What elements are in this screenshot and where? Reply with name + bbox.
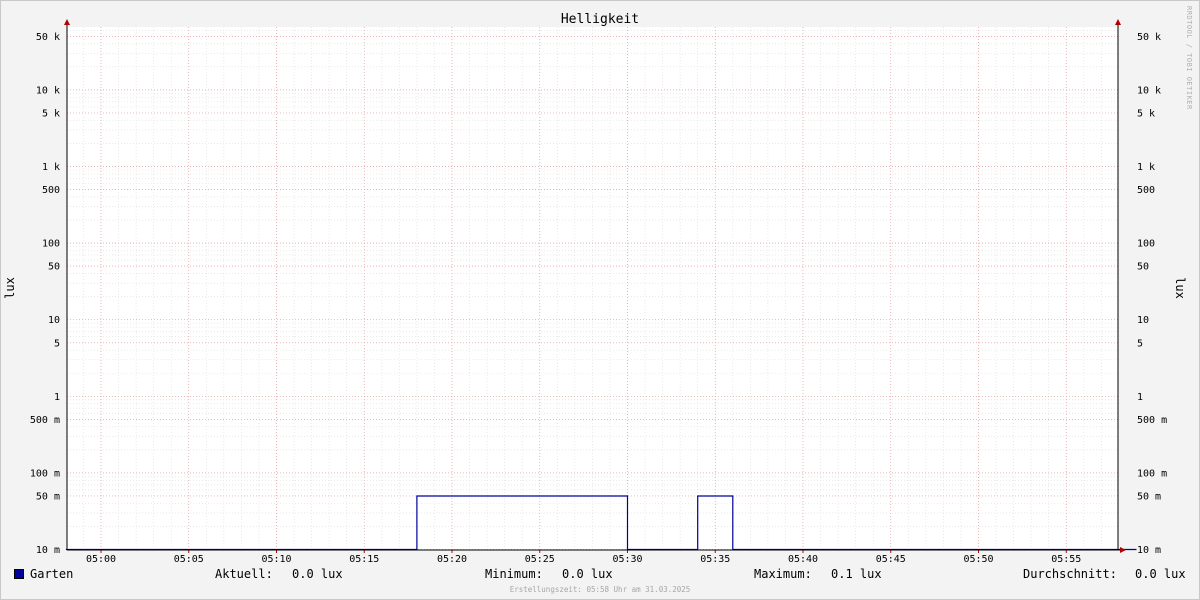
legend-series-name: Garten	[30, 567, 74, 581]
y-tick-label-right: 5 k	[1137, 108, 1155, 119]
x-tick-label: 05:35	[700, 554, 730, 565]
garten-swatch	[14, 569, 24, 579]
x-tick-label: 05:40	[788, 554, 818, 565]
y-tick-label-right: 1 k	[1137, 162, 1155, 173]
y-tick-label: 10 k	[36, 85, 60, 96]
x-tick-label: 05:15	[349, 554, 379, 565]
y-tick-labels-left: 10 m 50 m 100 m 500 m 1 5 10 50 100 500 1 k 5 k 10 k…	[30, 32, 60, 556]
y-tick-label: 10	[48, 315, 60, 326]
y-tick-label: 1 k	[42, 162, 60, 173]
y-tick-label-right: 1	[1137, 392, 1143, 403]
x-tick-label: 05:30	[612, 554, 642, 565]
average-value: 0.0 lux	[1135, 567, 1186, 581]
maximum-label: Maximum:	[754, 567, 812, 581]
x-tick-label: 05:25	[525, 554, 555, 565]
y-tick-label-right: 100 m	[1137, 468, 1167, 479]
y-tick-label-right: 500	[1137, 185, 1155, 196]
maximum-value: 0.1 lux	[831, 567, 882, 581]
x-axis-arrow	[1120, 547, 1126, 553]
y-tick-label: 1	[54, 392, 60, 403]
average-label: Durchschnitt:	[1023, 567, 1117, 581]
rrdtool-watermark: RRDTOOL / TOBI OETIKER	[1185, 6, 1193, 110]
creation-time: Erstellungszeit: 05:58 Uhr am 31.03.2025	[510, 585, 691, 594]
y-tick-label-right: 5	[1137, 338, 1143, 349]
x-tick-label: 05:20	[437, 554, 467, 565]
current-label: Aktuell:	[215, 567, 273, 581]
y-tick-label: 10 m	[36, 545, 60, 556]
y-axis-arrow-right	[1115, 19, 1121, 25]
y-tick-label: 500 m	[30, 415, 60, 426]
y-tick-label: 50	[48, 262, 60, 273]
y-tick-label: 5 k	[42, 108, 60, 119]
legend: Garten Aktuell: 0.0 lux Minimum: 0.0 lux…	[0, 567, 1200, 585]
y-tick-label-right: 100	[1137, 239, 1155, 250]
x-tick-label: 05:50	[963, 554, 993, 565]
chart-title: Helligkeit	[561, 12, 639, 27]
y-axis-label-right: lux	[1173, 277, 1187, 299]
x-tick-label: 05:10	[261, 554, 291, 565]
x-tick-label: 05:55	[1051, 554, 1081, 565]
x-tick-label: 05:05	[174, 554, 204, 565]
y-tick-label-right: 50	[1137, 262, 1149, 273]
y-tick-label: 5	[54, 338, 60, 349]
y-axis-arrow-left	[64, 19, 70, 25]
y-axis-label-left: lux	[3, 277, 17, 299]
y-tick-label-right: 10	[1137, 315, 1149, 326]
minimum-value: 0.0 lux	[562, 567, 613, 581]
y-tick-label-right: 50 k	[1137, 32, 1161, 43]
x-tick-labels: 05:00 05:05 05:10 05:15 05:20 05:25 05:30 05:35…	[86, 554, 1081, 565]
minimum-label: Minimum:	[485, 567, 543, 581]
y-tick-label-right: 10 m	[1137, 545, 1161, 556]
x-tick-label: 05:45	[876, 554, 906, 565]
brightness-chart: 10 m 50 m 100 m 500 m 1 5 10 50 100 500 1 k 5 k 10 k…	[3, 6, 1193, 594]
x-tick-label: 05:00	[86, 554, 116, 565]
y-tick-label: 50 k	[36, 32, 60, 43]
y-tick-label: 100 m	[30, 468, 60, 479]
y-tick-label: 500	[42, 185, 60, 196]
y-tick-label-right: 10 k	[1137, 85, 1161, 96]
y-tick-label: 100	[42, 239, 60, 250]
y-tick-label-right: 500 m	[1137, 415, 1167, 426]
y-tick-label-right: 50 m	[1137, 491, 1161, 502]
y-tick-label: 50 m	[36, 491, 60, 502]
y-tick-labels-right: 10 m 50 m 100 m 500 m 1 5 10 50 100 500 1 k 5 k 10 k…	[1137, 32, 1167, 556]
current-value: 0.0 lux	[292, 567, 343, 581]
